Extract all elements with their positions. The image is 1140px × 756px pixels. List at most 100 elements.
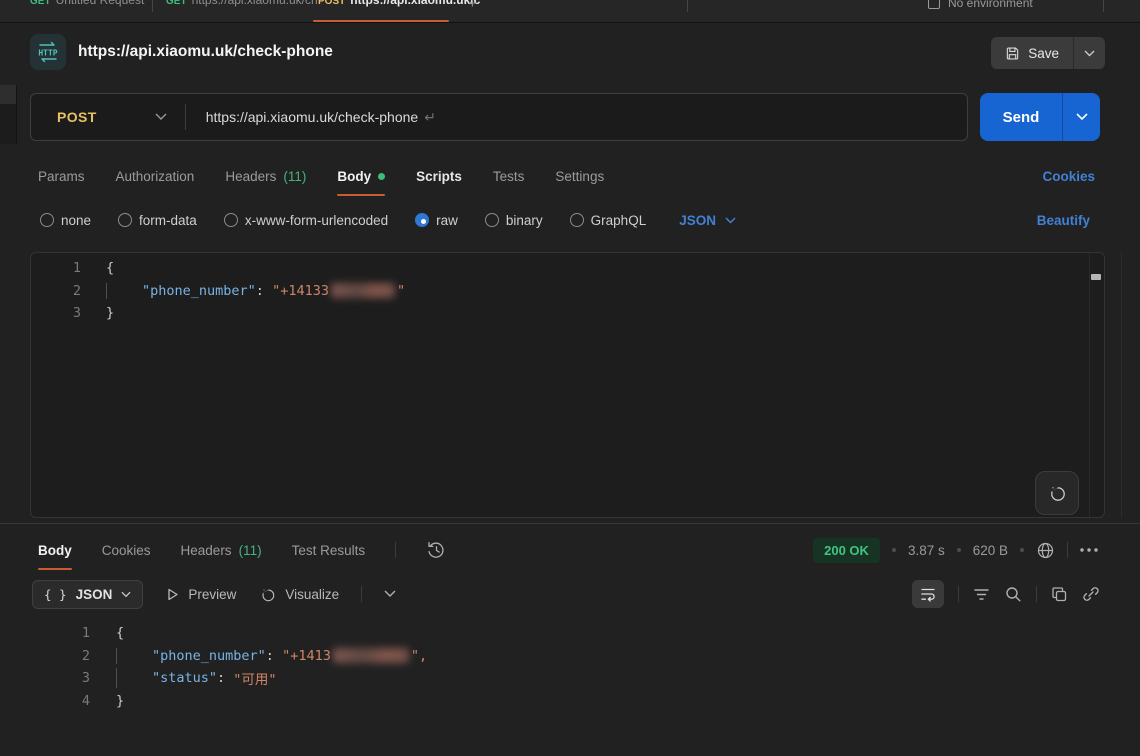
code-line: 1 {	[31, 257, 1104, 280]
format-label: JSON	[76, 587, 113, 602]
request-tabs: Params Authorization Headers(11) Body Sc…	[38, 156, 604, 196]
chevron-down-icon	[121, 591, 131, 598]
preview-button[interactable]: Preview	[165, 587, 236, 602]
preview-play-icon	[165, 587, 180, 602]
tab-scripts[interactable]: Scripts	[416, 156, 462, 196]
http-request-icon: HTTP	[30, 34, 66, 70]
response-history-button[interactable]	[426, 540, 446, 560]
body-modified-dot	[378, 173, 385, 180]
chevron-down-icon	[725, 217, 736, 224]
response-format-dropdown[interactable]: { } JSON	[32, 580, 143, 609]
visualize-sparkle-icon	[258, 585, 277, 604]
radio-graphql[interactable]: GraphQL	[570, 213, 647, 228]
dot-separator	[957, 548, 961, 552]
tab-tests[interactable]: Tests	[493, 156, 525, 196]
tab-settings[interactable]: Settings	[555, 156, 604, 196]
indent-guide	[116, 668, 152, 688]
scrollbar-thumb[interactable]	[1091, 274, 1101, 280]
search-button[interactable]	[1004, 585, 1022, 603]
code-line: 3 "status": "可用"	[30, 667, 1130, 690]
indent-guide	[116, 648, 152, 664]
tab-body-active[interactable]: Body	[337, 156, 385, 196]
postbot-button[interactable]	[1035, 471, 1079, 515]
link-button[interactable]	[1082, 585, 1100, 603]
more-options-button[interactable]	[1080, 548, 1098, 552]
url-input[interactable]: https://api.xiaomu.uk/check-phone↵	[206, 109, 436, 126]
request-header: HTTP https://api.xiaomu.uk/check-phone S…	[0, 24, 1140, 82]
visualize-button[interactable]: Visualize	[258, 585, 339, 604]
tab-divider	[687, 0, 688, 12]
radio-none[interactable]: none	[40, 213, 91, 228]
scrollbar-track	[1089, 253, 1090, 517]
save-icon	[1005, 46, 1020, 61]
line-number: 2	[30, 648, 90, 664]
code-line: 1 {	[30, 622, 1130, 645]
divider	[1067, 542, 1068, 558]
request-tab-3-active[interactable]: POSThttps://api.xiaomu.uk/c	[318, 0, 480, 7]
radio-x-www-form-urlencoded[interactable]: x-www-form-urlencoded	[224, 213, 388, 228]
format-options-chevron[interactable]	[384, 590, 396, 598]
new-tab-button[interactable]: +	[468, 0, 477, 12]
filter-button[interactable]	[973, 587, 990, 602]
code-line: 3 }	[31, 302, 1104, 325]
response-body-viewer[interactable]: 1 { 2 "phone_number": "+1413", 3 "status…	[30, 616, 1130, 712]
save-button[interactable]: Save	[991, 37, 1073, 69]
tab-authorization[interactable]: Authorization	[116, 156, 195, 196]
request-tab-2[interactable]: GEThttps://api.xiaomu.uk/ch	[166, 0, 318, 7]
divider	[958, 586, 959, 602]
line-number: 1	[30, 625, 90, 641]
headers-count: (11)	[239, 543, 262, 558]
send-options-button[interactable]	[1062, 93, 1100, 141]
history-clock-icon	[426, 540, 446, 560]
tab-params[interactable]: Params	[38, 156, 85, 196]
beautify-link[interactable]: Beautify	[1037, 204, 1090, 236]
indent-guide	[106, 283, 142, 299]
send-button[interactable]: Send	[980, 93, 1062, 141]
response-tab-body-active[interactable]: Body	[38, 530, 72, 570]
globe-icon	[1036, 541, 1055, 560]
tab-divider	[1103, 0, 1104, 12]
headers-count: (11)	[283, 169, 306, 184]
response-tab-test-results[interactable]: Test Results	[292, 530, 366, 570]
request-tab-1[interactable]: GETUntitled Request	[30, 0, 144, 7]
radio-icon	[415, 213, 429, 227]
code-line: 2 "phone_number": "+14133"	[31, 280, 1104, 303]
language-dropdown[interactable]: JSON	[679, 213, 736, 228]
radio-raw-selected[interactable]: raw	[415, 213, 458, 228]
dot-separator	[892, 548, 896, 552]
method-dropdown[interactable]: POST	[31, 109, 185, 125]
redacted-value	[333, 648, 409, 663]
tab-label: https://api.xiaomu.uk/ch	[192, 0, 318, 7]
wrap-text-button[interactable]	[912, 580, 944, 608]
response-tab-cookies[interactable]: Cookies	[102, 530, 151, 570]
wrap-text-icon	[919, 585, 937, 603]
response-tab-headers[interactable]: Headers(11)	[181, 530, 262, 570]
radio-icon	[118, 213, 132, 227]
divider	[361, 586, 362, 602]
radio-binary[interactable]: binary	[485, 213, 543, 228]
environment-selector[interactable]: No environment	[928, 0, 1033, 10]
ellipsis-icon	[1080, 548, 1098, 552]
svg-text:HTTP: HTTP	[38, 49, 57, 58]
cookies-link[interactable]: Cookies	[1042, 156, 1095, 196]
response-divider	[0, 523, 1140, 524]
search-icon	[1004, 585, 1022, 603]
line-number: 4	[30, 693, 90, 709]
chevron-down-icon	[1076, 113, 1088, 121]
tab-label: https://api.xiaomu.uk/c	[350, 0, 480, 7]
request-title: https://api.xiaomu.uk/check-phone	[78, 43, 333, 61]
radio-form-data[interactable]: form-data	[118, 213, 197, 228]
copy-icon	[1051, 586, 1068, 603]
network-info-button[interactable]	[1036, 541, 1055, 560]
request-body-editor[interactable]: 1 { 2 "phone_number": "+14133" 3 }	[30, 252, 1105, 518]
chevron-down-icon	[155, 113, 167, 121]
active-tab-underline	[313, 20, 449, 22]
line-number: 2	[31, 283, 81, 299]
line-number: 3	[30, 670, 90, 686]
tab-headers[interactable]: Headers(11)	[225, 156, 306, 196]
redacted-value	[331, 283, 395, 298]
copy-button[interactable]	[1051, 586, 1068, 603]
save-options-button[interactable]	[1073, 37, 1105, 69]
divider	[1036, 586, 1037, 602]
method-get-label: GET	[30, 0, 51, 7]
